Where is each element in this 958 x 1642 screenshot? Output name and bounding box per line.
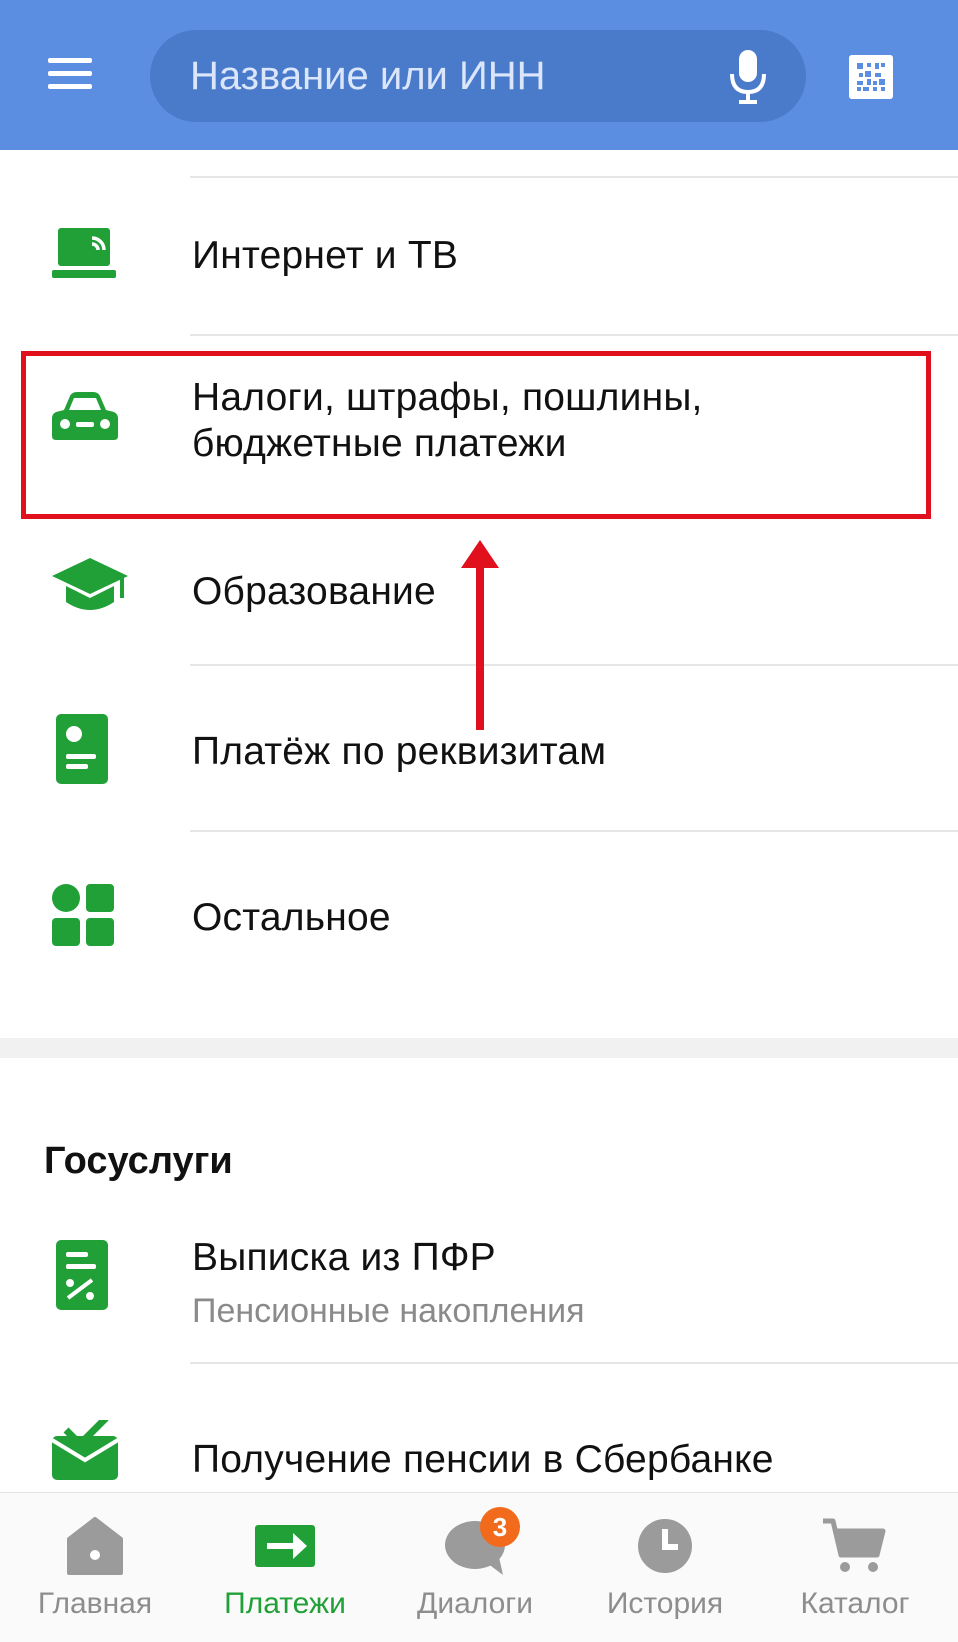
category-label-line1: Налоги, штрафы, пошлины, xyxy=(192,376,703,419)
bottom-navigation: Главная Платежи 3 Диалоги История Катало… xyxy=(0,1492,958,1642)
home-icon xyxy=(67,1517,123,1575)
tab-label: Диалоги xyxy=(417,1587,533,1620)
top-bar xyxy=(0,0,958,150)
tab-dialogs[interactable]: 3 Диалоги xyxy=(380,1493,570,1642)
clock-icon xyxy=(638,1519,692,1573)
payments-sheet: Интернет и ТВ Налоги, штрафы, пошлины, б… xyxy=(0,150,958,1492)
microphone-icon[interactable] xyxy=(728,48,768,106)
divider xyxy=(190,1362,958,1364)
tab-label: Главная xyxy=(37,1587,153,1620)
tab-label: История xyxy=(606,1587,724,1620)
tab-history[interactable]: История xyxy=(570,1493,760,1642)
divider xyxy=(190,176,958,178)
search-input[interactable] xyxy=(190,46,710,106)
payment-arrow-icon xyxy=(255,1525,315,1567)
category-label: Интернет и ТВ xyxy=(192,234,459,277)
document-percent-icon xyxy=(56,1240,108,1310)
gosuslugi-item-label: Получение пенсии в Сбербанке xyxy=(192,1438,774,1481)
divider xyxy=(190,334,958,336)
id-card-icon xyxy=(56,714,108,784)
graduation-cap-icon xyxy=(52,558,128,610)
category-other[interactable]: Остальное xyxy=(0,846,958,1026)
notification-badge: 3 xyxy=(480,1507,520,1547)
grid-icon xyxy=(52,884,114,946)
category-label-line2: бюджетные платежи xyxy=(192,422,567,465)
search-bar[interactable] xyxy=(150,30,806,122)
category-label: Платёж по реквизитам xyxy=(192,730,607,773)
envelope-check-icon xyxy=(52,1420,118,1480)
gosuslugi-item-sublabel: Пенсионные накопления xyxy=(192,1292,585,1330)
tab-payments[interactable]: Платежи xyxy=(190,1493,380,1642)
tab-home[interactable]: Главная xyxy=(0,1493,190,1642)
divider xyxy=(190,664,958,666)
divider xyxy=(190,830,958,832)
category-label: Образование xyxy=(192,570,436,613)
category-payment-by-details[interactable]: Платёж по реквизитам xyxy=(0,680,958,830)
laptop-icon xyxy=(52,228,116,278)
gosuslugi-item-pension[interactable]: Получение пенсии в Сбербанке xyxy=(0,1378,958,1492)
tab-label: Каталог xyxy=(800,1587,910,1620)
tab-catalog[interactable]: Каталог xyxy=(760,1493,950,1642)
qr-code-icon[interactable] xyxy=(849,55,893,99)
category-taxes-fines[interactable]: Налоги, штрафы, пошлины, бюджетные плате… xyxy=(0,350,958,518)
category-internet-tv[interactable]: Интернет и ТВ xyxy=(0,190,958,330)
cart-icon xyxy=(823,1518,886,1572)
gosuslugi-item-pfr[interactable]: Выписка из ПФР Пенсионные накопления xyxy=(0,1210,958,1360)
menu-icon[interactable] xyxy=(40,50,100,96)
gosuslugi-item-label: Выписка из ПФР xyxy=(192,1236,496,1279)
gosuslugi-title: Госуслуги xyxy=(44,1140,233,1182)
tab-label: Платежи xyxy=(224,1587,346,1620)
category-label: Остальное xyxy=(192,896,391,939)
section-separator xyxy=(0,1038,958,1058)
car-icon xyxy=(52,392,118,440)
category-education[interactable]: Образование xyxy=(0,520,958,660)
